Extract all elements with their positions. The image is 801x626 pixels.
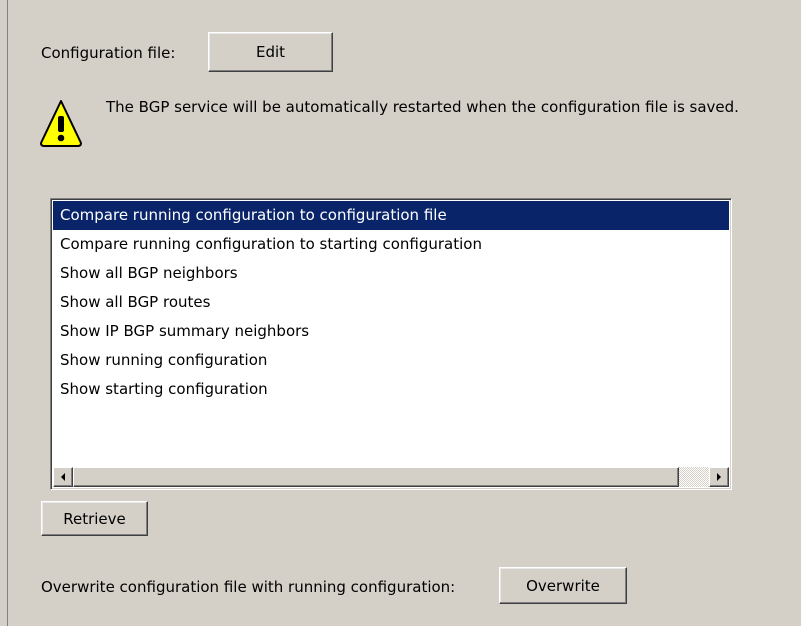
- scroll-right-button[interactable]: [709, 467, 729, 487]
- horizontal-scrollbar[interactable]: [53, 467, 729, 487]
- command-list-item[interactable]: Compare running configuration to configu…: [53, 201, 729, 230]
- command-list-item[interactable]: Show all BGP neighbors: [53, 259, 729, 288]
- warning-text: The BGP service will be automatically re…: [106, 98, 739, 116]
- command-list-items: Compare running configuration to configu…: [53, 201, 729, 404]
- arrow-left-icon: [61, 473, 65, 481]
- scrollbar-thumb[interactable]: [73, 467, 679, 487]
- retrieve-button[interactable]: Retrieve: [41, 501, 148, 536]
- command-list-item[interactable]: Show running configuration: [53, 346, 729, 375]
- overwrite-button[interactable]: Overwrite: [499, 567, 627, 604]
- command-list-item[interactable]: Show starting configuration: [53, 375, 729, 404]
- configuration-file-label: Configuration file:: [41, 44, 176, 62]
- warning-icon: [39, 98, 83, 148]
- command-list-item[interactable]: Compare running configuration to startin…: [53, 230, 729, 259]
- edit-button[interactable]: Edit: [208, 32, 333, 72]
- overwrite-label: Overwrite configuration file with runnin…: [41, 578, 456, 596]
- command-list-item[interactable]: Show IP BGP summary neighbors: [53, 317, 729, 346]
- command-list[interactable]: Compare running configuration to configu…: [50, 198, 732, 490]
- scrollbar-track[interactable]: [679, 467, 709, 487]
- bgp-config-panel: Configuration file: Edit The BGP service…: [7, 0, 801, 626]
- command-list-item[interactable]: Show all BGP routes: [53, 288, 729, 317]
- scroll-left-button[interactable]: [53, 467, 73, 487]
- arrow-right-icon: [717, 473, 721, 481]
